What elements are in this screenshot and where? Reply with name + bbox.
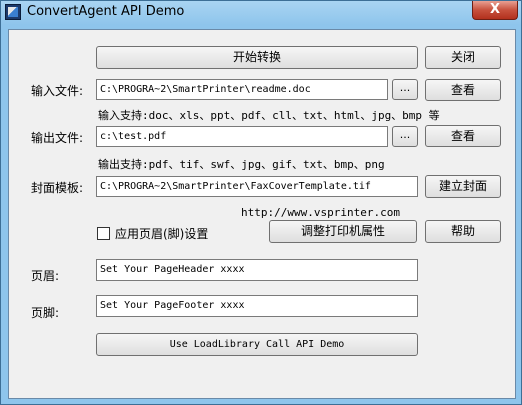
help-label: 帮助: [450, 224, 475, 238]
printer-properties-button[interactable]: 调整打印机属性: [269, 220, 417, 243]
browse-output-button[interactable]: ...: [392, 126, 418, 147]
cover-template-label: 封面模板:: [31, 181, 84, 195]
output-file-label: 输出文件:: [31, 131, 84, 145]
footer-label: 页脚:: [31, 306, 60, 320]
output-support-hint: 输出支持:pdf、tif、swf、jpg、gif、txt、bmp、png: [98, 158, 385, 171]
app-icon: [5, 4, 21, 20]
input-file-field[interactable]: C:\PROGRA~2\SmartPrinter\readme.doc: [96, 79, 388, 100]
output-file-field[interactable]: c:\test.pdf: [96, 126, 388, 147]
printer-properties-label: 调整打印机属性: [300, 224, 385, 238]
browse-input-button[interactable]: ...: [392, 79, 418, 100]
view-output-button[interactable]: 查看: [425, 125, 501, 147]
cover-template-field[interactable]: C:\PROGRA~2\SmartPrinter\FaxCoverTemplat…: [96, 176, 418, 197]
input-support-hint: 输入支持:doc、xls、ppt、pdf、cll、txt、html、jpg、bm…: [98, 109, 440, 122]
create-cover-button[interactable]: 建立封面: [425, 175, 501, 198]
help-button[interactable]: 帮助: [425, 220, 501, 243]
footer-field[interactable]: Set Your PageFooter xxxx: [96, 295, 418, 317]
header-field[interactable]: Set Your PageHeader xxxx: [96, 259, 418, 281]
browse-input-label: ...: [399, 81, 411, 94]
start-convert-label: 开始转换: [232, 50, 281, 64]
header-label: 页眉:: [31, 269, 60, 283]
loadlibrary-demo-button[interactable]: Use LoadLibrary Call API Demo: [96, 333, 418, 356]
view-output-label: 查看: [450, 129, 475, 143]
start-convert-button[interactable]: 开始转换: [96, 46, 418, 69]
website-link[interactable]: http://www.vsprinter.com: [241, 206, 400, 219]
close-button[interactable]: 关闭: [425, 46, 501, 69]
view-input-button[interactable]: 查看: [425, 79, 501, 101]
apply-header-footer-checkbox[interactable]: [97, 227, 110, 240]
title-bar[interactable]: ConvertAgent API Demo X: [1, 1, 521, 23]
browse-output-label: ...: [399, 128, 411, 141]
window-title: ConvertAgent API Demo: [27, 4, 185, 19]
create-cover-label: 建立封面: [438, 179, 487, 193]
loadlibrary-demo-label: Use LoadLibrary Call API Demo: [169, 339, 345, 350]
view-input-label: 查看: [450, 83, 475, 97]
apply-header-footer-label[interactable]: 应用页眉(脚)设置: [115, 225, 208, 242]
close-label: 关闭: [450, 50, 475, 64]
window-close-button[interactable]: X: [472, 1, 518, 20]
app-window: ConvertAgent API Demo X 开始转换 关闭 输入文件: C:…: [0, 0, 522, 405]
input-file-label: 输入文件:: [31, 84, 84, 98]
